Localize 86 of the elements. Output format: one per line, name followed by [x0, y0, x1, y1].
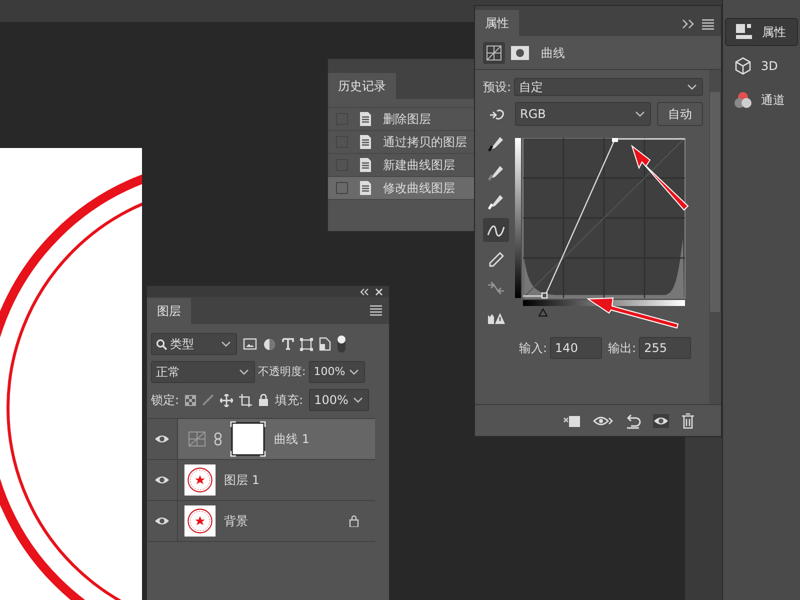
curve-graph[interactable] [515, 138, 687, 318]
trash-icon[interactable] [681, 412, 695, 428]
history-label: 新建曲线图层 [383, 157, 455, 174]
channels-icon [733, 90, 753, 110]
tool-button[interactable] [483, 218, 509, 242]
layer-name: 曲线 1 [274, 431, 310, 448]
scrollbar-thumb[interactable] [710, 92, 720, 312]
close-icon[interactable] [375, 288, 383, 296]
panel-tab[interactable]: 属性 [475, 10, 519, 36]
chevron-icon [352, 395, 364, 405]
pixel-filter-icon[interactable] [243, 338, 257, 350]
fill-field[interactable]: 100% [309, 389, 370, 411]
history-item[interactable]: 通过拷贝的图层 [328, 131, 474, 154]
adjustment-title: 曲线 [541, 44, 565, 62]
dock-button[interactable]: 通道 [725, 86, 798, 114]
checkbox[interactable] [336, 182, 348, 194]
history-label: 修改曲线图层 [383, 180, 455, 197]
mask-icon[interactable] [511, 46, 529, 60]
auto-button[interactable]: 自动 [657, 102, 703, 126]
chevron-icon [348, 367, 360, 377]
chevron-icon [220, 339, 232, 349]
chevron-icon [634, 109, 646, 119]
output-label: 输出: [608, 340, 636, 357]
layer-thumbnail[interactable] [184, 505, 216, 537]
history-item[interactable]: 删除图层 [328, 108, 474, 131]
collapse-icon[interactable] [359, 288, 369, 296]
reset-icon[interactable] [625, 412, 641, 428]
layer-row[interactable]: 背景 [147, 501, 375, 542]
filter-toggle-icon[interactable] [337, 335, 346, 353]
document-icon [358, 157, 373, 173]
move-icon[interactable] [220, 394, 234, 406]
document-icon [358, 180, 373, 196]
curves-adjustment-icon[interactable] [483, 42, 505, 64]
history-item[interactable]: 修改曲线图层 [328, 177, 474, 200]
expand-icon[interactable] [681, 19, 695, 29]
document-icon [358, 134, 373, 150]
menu-icon[interactable] [369, 304, 383, 316]
smooth-icon [487, 280, 505, 296]
menu-icon[interactable] [701, 18, 715, 30]
fill-label: 填充: [275, 392, 304, 409]
pencil-icon [487, 250, 505, 268]
opacity-label: 不透明度: [258, 364, 306, 380]
dock-button[interactable]: 属性 [725, 18, 798, 46]
eyedropper-icon [487, 164, 505, 180]
curves-adjustment-icon [188, 431, 206, 447]
layer-name: 图层 1 [224, 472, 260, 489]
annotation-arrow [631, 144, 689, 211]
link-icon [214, 432, 222, 446]
eyedropper-icon [487, 134, 505, 152]
input-field[interactable]: 140 [550, 337, 602, 359]
blend-mode-dropdown[interactable]: 正常 [151, 361, 255, 383]
adjustment-filter-icon[interactable] [263, 338, 276, 350]
preset-label: 预设: [483, 79, 512, 96]
panel-tab[interactable]: 历史记录 [328, 73, 396, 99]
search-icon [156, 338, 167, 350]
panel-tab[interactable]: 图层 [147, 298, 191, 324]
dock-button[interactable]: 3D [725, 52, 798, 80]
preset-dropdown[interactable]: 自定 [514, 78, 703, 96]
view-previous-icon[interactable] [593, 414, 613, 428]
output-field[interactable]: 255 [639, 337, 692, 359]
mask-thumbnail[interactable] [230, 421, 266, 457]
properties-icon [734, 22, 754, 42]
history-label: 通过拷贝的图层 [383, 134, 467, 151]
cube-icon [733, 56, 753, 76]
history-label: 删除图层 [383, 111, 431, 128]
layer-row[interactable]: 图层 1 [147, 460, 375, 501]
input-label: 输入: [519, 340, 548, 357]
channel-dropdown[interactable]: RGB [515, 102, 651, 126]
chevron-icon [686, 82, 698, 92]
type-filter-icon[interactable] [282, 338, 294, 350]
document-icon [358, 111, 373, 127]
filter-label: 类型 [170, 336, 194, 353]
layer-thumbnail[interactable] [184, 464, 216, 496]
lock-label: 锁定: [151, 392, 180, 409]
opacity-field[interactable]: 100% [308, 361, 365, 383]
filter-dropdown[interactable]: 类型 [151, 333, 237, 355]
chevron-icon [238, 367, 250, 377]
artboard-icon[interactable] [239, 394, 252, 406]
lock-transparent-icon[interactable] [185, 394, 196, 406]
eyedropper-icon [487, 192, 505, 210]
visibility-eye-icon[interactable] [653, 414, 669, 428]
clip-to-layer-icon[interactable] [563, 414, 581, 428]
smart-object-filter-icon[interactable] [319, 337, 331, 351]
shape-filter-icon[interactable] [300, 338, 313, 350]
layer-name: 背景 [224, 513, 249, 530]
lock-icon[interactable] [258, 394, 270, 406]
